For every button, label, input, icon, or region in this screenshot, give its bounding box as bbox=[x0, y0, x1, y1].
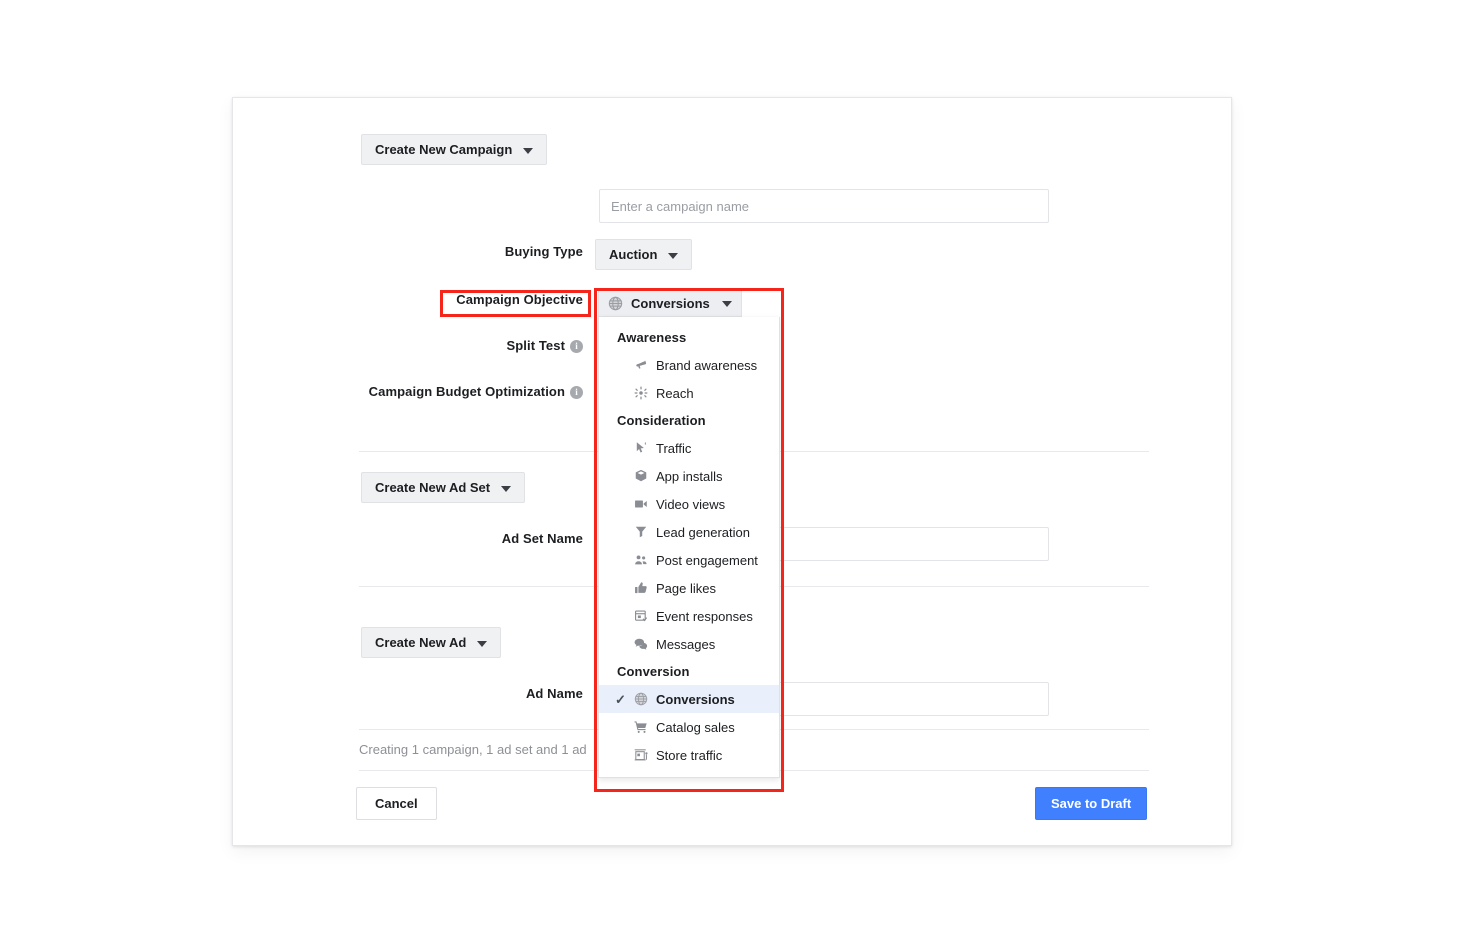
info-icon[interactable]: i bbox=[570, 340, 583, 353]
megaphone-icon bbox=[631, 358, 651, 372]
menu-item-label: Event responses bbox=[656, 608, 753, 624]
menu-item-app-installs[interactable]: App installs bbox=[599, 462, 779, 490]
menu-item-conversions[interactable]: ✓ Conversions bbox=[599, 685, 779, 713]
ad-name-label: Ad Name bbox=[525, 686, 583, 701]
menu-item-label: App installs bbox=[656, 468, 723, 484]
menu-item-label: Messages bbox=[656, 636, 716, 652]
create-new-ad-row: Create New Ad bbox=[361, 627, 502, 658]
cursor-arrow-icon bbox=[631, 441, 651, 455]
storefront-icon bbox=[631, 748, 651, 762]
campaign-budget-optimization-label: Campaign Budget Optimization bbox=[368, 384, 565, 399]
box-icon bbox=[631, 469, 651, 483]
menu-group-awareness: Awareness bbox=[617, 330, 687, 345]
ad-set-name-label-row: Ad Set Name bbox=[233, 531, 583, 546]
chevron-down-icon bbox=[501, 485, 512, 492]
create-new-campaign-label: Create New Campaign bbox=[375, 142, 513, 157]
calendar-check-icon bbox=[631, 609, 651, 623]
ad-set-name-label: Ad Set Name bbox=[501, 531, 583, 546]
campaign-objective-label-row: Campaign Objective bbox=[233, 292, 583, 307]
chevron-down-icon bbox=[722, 301, 732, 307]
menu-item-traffic[interactable]: Traffic bbox=[599, 434, 779, 462]
create-new-ad-set-row: Create New Ad Set bbox=[361, 472, 526, 503]
menu-item-label: Catalog sales bbox=[656, 719, 735, 735]
thumbs-up-icon bbox=[631, 581, 651, 595]
ad-name-label-row: Ad Name bbox=[233, 686, 583, 701]
buying-type-label: Buying Type bbox=[504, 244, 583, 259]
buying-type-select[interactable]: Auction bbox=[595, 239, 693, 270]
buying-type-value: Auction bbox=[609, 247, 658, 262]
speech-bubbles-icon bbox=[631, 637, 651, 651]
menu-item-page-likes[interactable]: Page likes bbox=[599, 574, 779, 602]
menu-item-label: Video views bbox=[656, 496, 726, 512]
chevron-down-icon bbox=[477, 640, 488, 647]
menu-item-label: Traffic bbox=[656, 440, 692, 456]
campaign-objective-menu: Awareness Brand awareness Reach Consider… bbox=[598, 317, 780, 778]
menu-item-messages[interactable]: Messages bbox=[599, 630, 779, 658]
campaign-objective-label: Campaign Objective bbox=[456, 292, 583, 307]
menu-item-label: Lead generation bbox=[656, 524, 750, 540]
video-camera-icon bbox=[631, 497, 651, 511]
menu-item-label: Store traffic bbox=[656, 747, 723, 763]
checkmark-icon: ✓ bbox=[615, 691, 626, 707]
campaign-objective-dropdown-trigger[interactable]: Conversions bbox=[598, 289, 742, 317]
chevron-down-icon bbox=[523, 147, 534, 154]
funnel-icon bbox=[631, 525, 651, 539]
info-icon[interactable]: i bbox=[570, 386, 583, 399]
menu-group-conversion: Conversion bbox=[617, 664, 690, 679]
menu-item-label: Reach bbox=[656, 385, 694, 401]
buying-type-label-row: Buying Type bbox=[233, 244, 583, 259]
chevron-down-icon bbox=[668, 252, 679, 259]
save-to-draft-button[interactable]: Save to Draft bbox=[1035, 787, 1148, 820]
people-icon bbox=[631, 553, 651, 567]
menu-item-video-views[interactable]: Video views bbox=[599, 490, 779, 518]
globe-icon bbox=[608, 296, 624, 311]
menu-item-lead-generation[interactable]: Lead generation bbox=[599, 518, 779, 546]
menu-item-reach[interactable]: Reach bbox=[599, 379, 779, 407]
split-test-label-row: Split Test i bbox=[233, 338, 583, 353]
split-test-label: Split Test bbox=[506, 338, 565, 353]
shopping-cart-icon bbox=[631, 720, 651, 734]
reach-burst-icon bbox=[631, 386, 651, 400]
create-new-ad-set-button[interactable]: Create New Ad Set bbox=[361, 472, 526, 503]
buying-type-row: Auction bbox=[595, 239, 693, 270]
menu-item-label: Page likes bbox=[656, 580, 716, 596]
menu-item-label: Conversions bbox=[656, 691, 735, 707]
menu-item-store-traffic[interactable]: Store traffic bbox=[599, 741, 779, 769]
creation-summary-note: Creating 1 campaign, 1 ad set and 1 ad bbox=[359, 742, 587, 757]
campaign-objective-trigger-label: Conversions bbox=[631, 295, 710, 311]
campaign-name-input[interactable] bbox=[599, 189, 1049, 223]
cancel-button[interactable]: Cancel bbox=[356, 787, 437, 820]
menu-item-catalog-sales[interactable]: Catalog sales bbox=[599, 713, 779, 741]
menu-item-label: Brand awareness bbox=[656, 357, 758, 373]
menu-item-label: Post engagement bbox=[656, 552, 758, 568]
menu-item-event-responses[interactable]: Event responses bbox=[599, 602, 779, 630]
globe-icon bbox=[631, 692, 651, 706]
create-new-ad-label: Create New Ad bbox=[375, 635, 467, 650]
create-new-ad-set-label: Create New Ad Set bbox=[375, 480, 491, 495]
campaign-budget-optimization-label-row: Campaign Budget Optimization i bbox=[233, 384, 583, 399]
create-new-ad-button[interactable]: Create New Ad bbox=[361, 627, 502, 658]
menu-group-consideration: Consideration bbox=[617, 413, 706, 428]
page-root: Create New Campaign Campaign Name Buying… bbox=[0, 0, 1460, 947]
create-new-campaign-row: Create New Campaign bbox=[361, 134, 548, 165]
menu-item-post-engagement[interactable]: Post engagement bbox=[599, 546, 779, 574]
create-new-campaign-button[interactable]: Create New Campaign bbox=[361, 134, 548, 165]
menu-item-brand-awareness[interactable]: Brand awareness bbox=[599, 351, 779, 379]
